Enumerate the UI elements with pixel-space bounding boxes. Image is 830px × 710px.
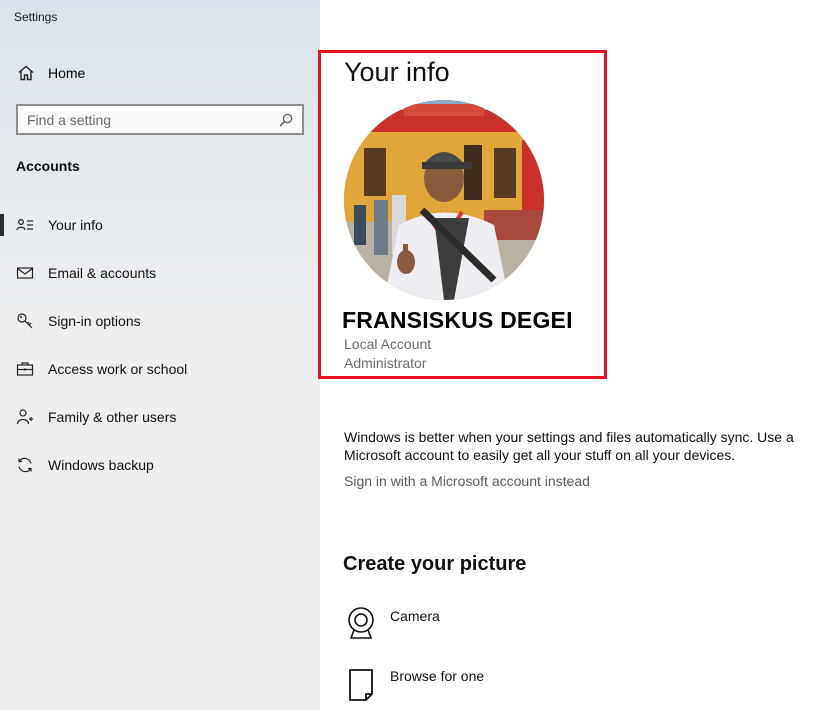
camera-option[interactable]: Camera [344,606,440,642]
browse-label: Browse for one [390,668,485,684]
sidebar-item-label: Access work or school [48,361,188,377]
sidebar-item-label: Family & other users [48,409,177,425]
sidebar-item-label: Windows backup [48,457,154,473]
camera-label: Camera [390,608,440,624]
home-icon [18,65,34,81]
avatar [344,100,544,300]
section-heading: Accounts [16,158,80,174]
account-role: Administrator [344,355,427,371]
search-box[interactable] [16,104,304,135]
sync-icon [18,457,32,473]
sidebar-item-your-info[interactable]: Your info [0,201,320,249]
mail-icon [16,267,34,279]
key-icon [17,313,33,329]
account-type: Local Account [344,336,432,352]
main-content: Your info FRANSISKUS DEGEI Local Account… [318,0,830,710]
browse-option[interactable]: Browse for one [344,666,484,702]
person-card-icon [16,218,33,231]
sidebar-item-label: Your info [48,217,103,233]
home-nav-item[interactable]: Home [16,62,85,84]
user-name: FRANSISKUS DEGEI [342,307,573,333]
browse-file-icon [349,669,373,701]
sidebar-item-sign-in-options[interactable]: Sign-in options [0,297,320,345]
page-title: Your info [344,57,450,87]
person-add-icon [16,409,33,425]
search-input[interactable] [18,111,278,128]
briefcase-icon [16,362,34,376]
sidebar-item-windows-backup[interactable]: Windows backup [0,441,320,489]
camera-icon [348,607,374,639]
sign-in-microsoft-link[interactable]: Sign in with a Microsoft account instead [344,473,590,489]
sidebar: Settings Home Accounts Your info [0,0,320,710]
sidebar-item-access-work-school[interactable]: Access work or school [0,345,320,393]
nav-list: Your info Email & accounts Sign-in optio… [0,201,320,489]
sidebar-item-family-other-users[interactable]: Family & other users [0,393,320,441]
sidebar-item-label: Sign-in options [48,313,141,329]
window-title: Settings [14,10,58,24]
sidebar-item-label: Email & accounts [48,265,157,281]
sidebar-item-email-accounts[interactable]: Email & accounts [0,249,320,297]
sync-message: Windows is better when your settings and… [344,429,794,463]
home-label: Home [48,65,86,81]
create-picture-heading: Create your picture [343,553,527,575]
search-icon[interactable] [278,112,294,128]
